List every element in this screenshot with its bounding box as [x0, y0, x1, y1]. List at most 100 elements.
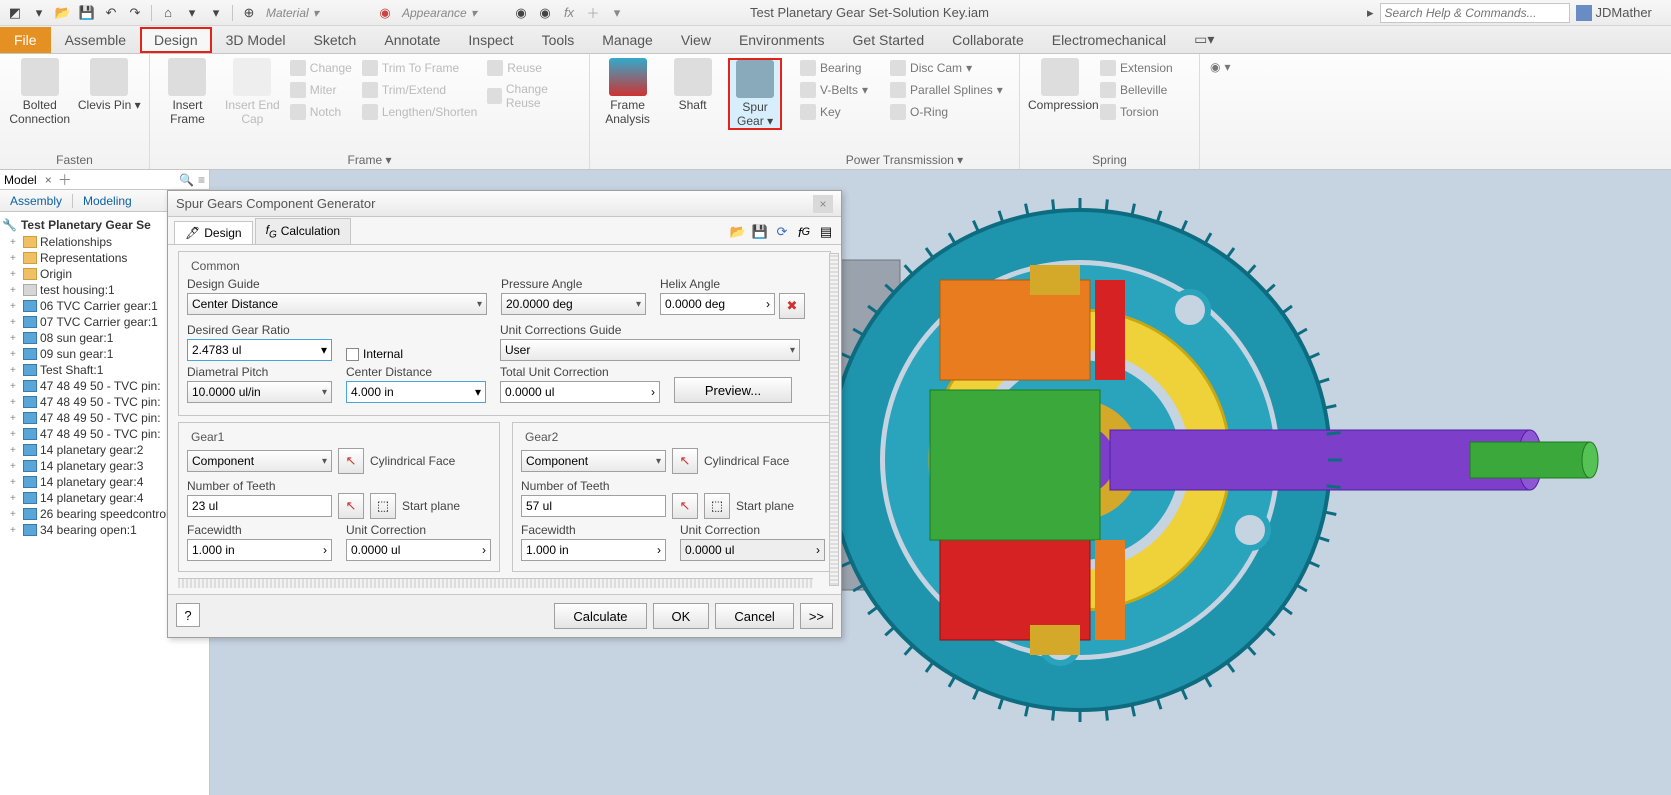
new-icon[interactable]: ▾	[28, 2, 50, 24]
unit-corr-guide-dropdown[interactable]: User▾	[500, 339, 800, 361]
disc-cam-button[interactable]: Disc Cam ▾	[888, 58, 1005, 78]
expand-icon[interactable]: +	[10, 237, 20, 248]
gear1-facewidth-input[interactable]: 1.000 in›	[187, 539, 332, 561]
torsion-button[interactable]: Torsion	[1098, 102, 1175, 122]
frame-analysis-button[interactable]: Frame Analysis	[598, 58, 657, 126]
gear-ratio-input[interactable]: 2.4783 ul▾	[187, 339, 332, 361]
tab-extra-icon[interactable]: ▭▾	[1180, 26, 1228, 53]
expand-handle-bottom[interactable]	[178, 578, 813, 588]
helix-angle-input[interactable]: 0.0000 deg›	[660, 293, 775, 315]
tab-inspect[interactable]: Inspect	[454, 27, 527, 53]
gear1-pick-plane-arrow[interactable]: ↖	[338, 493, 364, 519]
expand-icon[interactable]: +	[10, 429, 20, 440]
expand-icon[interactable]: +	[10, 269, 20, 280]
tab-annotate[interactable]: Annotate	[370, 27, 454, 53]
ok-button[interactable]: OK	[653, 603, 710, 629]
calculate-button[interactable]: Calculate	[554, 603, 646, 629]
expand-icon[interactable]: +	[10, 349, 20, 360]
plus-icon[interactable]: ＋	[58, 170, 72, 190]
expand-handle-right[interactable]	[829, 253, 839, 586]
expand-icon[interactable]: +	[10, 301, 20, 312]
plus-icon[interactable]: ＋	[582, 2, 604, 24]
browser-tab-model[interactable]: Model	[4, 173, 37, 187]
arrow-icon[interactable]: ▸	[1367, 5, 1374, 21]
swatch2-icon[interactable]: ◉	[534, 2, 556, 24]
key-button[interactable]: Key	[798, 102, 870, 122]
close-icon[interactable]: ×	[45, 173, 52, 187]
expand-icon[interactable]: +	[10, 285, 20, 296]
expand-icon[interactable]: +	[10, 381, 20, 392]
expand-icon[interactable]: +	[10, 493, 20, 504]
template-icon[interactable]: ▤	[817, 223, 835, 241]
subtab-assembly[interactable]: Assembly	[0, 191, 72, 211]
save-icon[interactable]: 💾	[751, 223, 769, 241]
expand-icon[interactable]: +	[10, 317, 20, 328]
design-guide-dropdown[interactable]: Center Distance▾	[187, 293, 487, 315]
tab-view[interactable]: View	[667, 27, 725, 53]
notch-button[interactable]: Notch	[288, 102, 354, 122]
select-icon[interactable]: ▾	[181, 2, 203, 24]
parallel-splines-button[interactable]: Parallel Splines ▾	[888, 80, 1005, 100]
app-icon[interactable]: ◩	[4, 2, 26, 24]
cancel-button[interactable]: Cancel	[715, 603, 793, 629]
expand-icon[interactable]: +	[10, 413, 20, 424]
menu-icon[interactable]: ≡	[198, 173, 205, 187]
expand-icon[interactable]: +	[10, 333, 20, 344]
tab-collaborate[interactable]: Collaborate	[938, 27, 1038, 53]
shaft-button[interactable]: Shaft	[663, 58, 722, 112]
expand-icon[interactable]: +	[10, 477, 20, 488]
dialog-titlebar[interactable]: Spur Gears Component Generator ×	[168, 191, 841, 217]
tab-calculation[interactable]: fGCalculation	[255, 218, 352, 244]
tab-design[interactable]: Design	[140, 27, 212, 53]
update-icon[interactable]: ▾	[205, 2, 227, 24]
pressure-angle-dropdown[interactable]: 20.0000 deg▾	[501, 293, 646, 315]
material-dropdown[interactable]: Material▾	[262, 2, 372, 24]
home-icon[interactable]: ⌂	[157, 2, 179, 24]
helix-disable-button[interactable]: ✖	[779, 293, 805, 319]
eye-dropdown[interactable]: ◉▾	[1208, 58, 1242, 76]
insert-endcap-button[interactable]: Insert End Cap	[223, 58, 282, 126]
open-icon[interactable]: 📂	[52, 2, 74, 24]
gear2-component-dropdown[interactable]: Component▾	[521, 450, 666, 472]
change-button[interactable]: Change	[288, 58, 354, 78]
lengthen-button[interactable]: Lengthen/Shorten	[360, 102, 479, 122]
expand-icon[interactable]: +	[10, 365, 20, 376]
expand-icon[interactable]: +	[10, 509, 20, 520]
tab-electromechanical[interactable]: Electromechanical	[1038, 27, 1180, 53]
vbelts-button[interactable]: V-Belts ▾	[798, 80, 870, 100]
gear2-pick-face-button[interactable]: ↖	[672, 448, 698, 474]
gear1-component-dropdown[interactable]: Component▾	[187, 450, 332, 472]
reuse-button[interactable]: Reuse	[485, 58, 581, 78]
sync-icon[interactable]: ⟳	[773, 223, 791, 241]
expand-icon[interactable]: +	[10, 397, 20, 408]
change-reuse-button[interactable]: Change Reuse	[485, 80, 581, 112]
belleville-button[interactable]: Belleville	[1098, 80, 1175, 100]
gear1-teeth-input[interactable]: 23 ul	[187, 495, 332, 517]
subtab-modeling[interactable]: Modeling	[73, 191, 142, 211]
bearing-button[interactable]: Bearing	[798, 58, 870, 78]
expand-icon[interactable]: +	[10, 253, 20, 264]
search-icon[interactable]: 🔍	[179, 173, 194, 187]
trim-to-frame-button[interactable]: Trim To Frame	[360, 58, 479, 78]
tab-tools[interactable]: Tools	[528, 27, 589, 53]
gear2-teeth-input[interactable]: 57 ul	[521, 495, 666, 517]
open-icon[interactable]: 📂	[729, 223, 747, 241]
undo-icon[interactable]: ↶	[100, 2, 122, 24]
appearance-swatch-icon[interactable]: ◉	[374, 2, 396, 24]
clevis-pin-button[interactable]: Clevis Pin ▾	[78, 58, 142, 112]
oring-button[interactable]: O-Ring	[888, 102, 1005, 122]
fx-icon[interactable]: fx	[558, 2, 580, 24]
bolted-connection-button[interactable]: Bolted Connection	[8, 58, 72, 126]
search-input[interactable]	[1380, 3, 1570, 23]
tab-environments[interactable]: Environments	[725, 27, 839, 53]
redo-icon[interactable]: ↷	[124, 2, 146, 24]
gear1-pick-plane-button[interactable]: ⬚	[370, 493, 396, 519]
gear1-pick-face-button[interactable]: ↖	[338, 448, 364, 474]
gear2-facewidth-input[interactable]: 1.000 in›	[521, 539, 666, 561]
globe-icon[interactable]: ⊕	[238, 2, 260, 24]
tab-manage[interactable]: Manage	[588, 27, 667, 53]
internal-checkbox[interactable]: Internal	[346, 347, 486, 361]
file-tab[interactable]: File	[0, 27, 51, 53]
gear2-unit-corr-input[interactable]: 0.0000 ul›	[680, 539, 825, 561]
insert-frame-button[interactable]: Insert Frame	[158, 58, 217, 126]
